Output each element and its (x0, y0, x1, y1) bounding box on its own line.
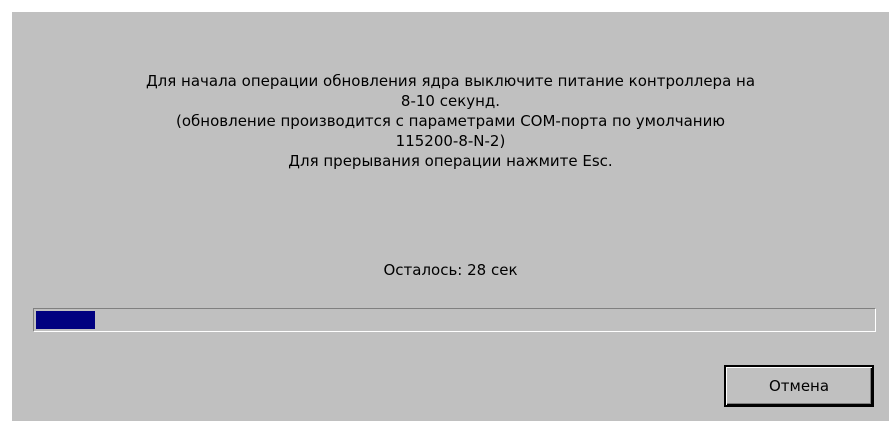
cancel-button[interactable]: Отмена (724, 365, 874, 407)
message-line-2: 8-10 секунд. (400, 92, 501, 110)
time-remaining-label: Осталось: 28 сек (383, 261, 518, 279)
progress-bar (33, 308, 876, 332)
progress-bar-fill (36, 311, 95, 329)
message-line-3: (обновление производится с параметрами C… (176, 112, 725, 130)
message-line-4: 115200-8-N-2) (395, 132, 506, 150)
update-dialog: Для начала операции обновления ядра выкл… (12, 12, 889, 421)
message-line-5: Для прерывания операции нажмите Esc. (288, 152, 613, 170)
instruction-message: Для начала операции обновления ядра выкл… (12, 71, 889, 171)
message-line-1: Для начала операции обновления ядра выкл… (145, 72, 756, 90)
